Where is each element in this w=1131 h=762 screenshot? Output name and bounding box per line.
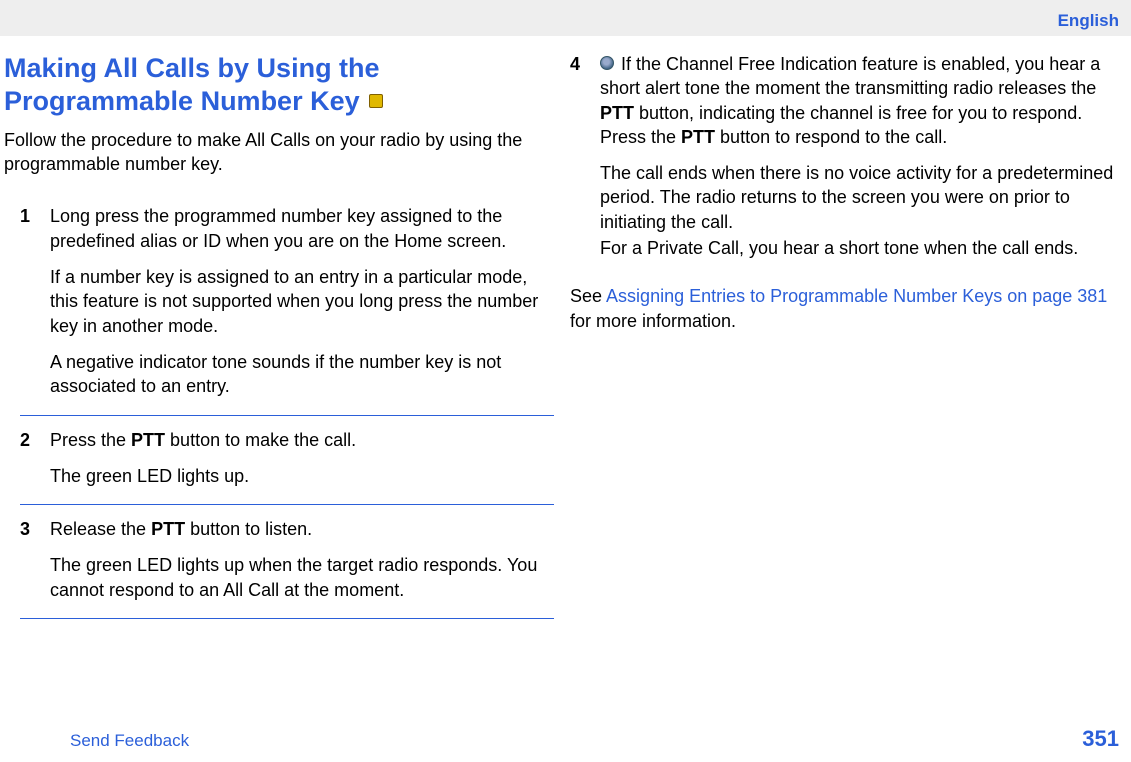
left-column: Making All Calls by Using the Programmab… (4, 52, 564, 621)
step-3-p1: Release the PTT button to listen. (50, 517, 554, 541)
step-1-body: Long press the programmed number key ass… (50, 204, 554, 398)
step-4-p2b: For a Private Call, you hear a short ton… (600, 236, 1118, 260)
send-feedback-link[interactable]: Send Feedback (70, 730, 189, 753)
cross-reference-link[interactable]: Assigning Entries to Programmable Number… (606, 286, 1107, 306)
step-1-number: 1 (20, 204, 50, 398)
step-4-p2a: The call ends when there is no voice act… (600, 161, 1118, 234)
step-divider (20, 504, 554, 505)
step-2-body: Press the PTT button to make the call. T… (50, 428, 554, 489)
ptt-label: PTT (151, 519, 185, 539)
ptt-label: PTT (681, 127, 715, 147)
ptt-label: PTT (131, 430, 165, 450)
language-label: English (1058, 11, 1119, 30)
page-number: 351 (1082, 724, 1119, 754)
number-key-icon (369, 94, 383, 108)
step-3-p2: The green LED lights up when the target … (50, 553, 554, 602)
step-4-body: If the Channel Free Indication feature i… (600, 52, 1118, 260)
step-divider (20, 618, 554, 619)
step-1-p3: A negative indicator tone sounds if the … (50, 350, 554, 399)
step-3: 3 Release the PTT button to listen. The … (4, 507, 554, 616)
step-1: 1 Long press the programmed number key a… (4, 194, 554, 412)
step-2-number: 2 (20, 428, 50, 489)
step-2-p2: The green LED lights up. (50, 464, 554, 488)
step-4-number: 4 (570, 52, 600, 260)
title-line-2: Programmable Number Key (4, 86, 367, 116)
content-area: Making All Calls by Using the Programmab… (0, 36, 1131, 621)
globe-icon (600, 56, 614, 70)
step-2-p1: Press the PTT button to make the call. (50, 428, 554, 452)
see-also: See Assigning Entries to Programmable Nu… (570, 284, 1118, 333)
header-bar: English (0, 0, 1131, 36)
title-line-1: Making All Calls by Using the (4, 53, 380, 83)
step-divider (20, 415, 554, 416)
right-column: 4 If the Channel Free Indication feature… (564, 52, 1124, 621)
ptt-label: PTT (600, 103, 634, 123)
step-3-body: Release the PTT button to listen. The gr… (50, 517, 554, 602)
step-4-p1: If the Channel Free Indication feature i… (600, 52, 1118, 149)
step-1-p2: If a number key is assigned to an entry … (50, 265, 554, 338)
footer: Send Feedback 351 (0, 724, 1131, 754)
step-3-number: 3 (20, 517, 50, 602)
intro-text: Follow the procedure to make All Calls o… (4, 128, 554, 177)
step-2: 2 Press the PTT button to make the call.… (4, 418, 554, 503)
step-1-p1: Long press the programmed number key ass… (50, 204, 554, 253)
page-title: Making All Calls by Using the Programmab… (4, 52, 554, 118)
step-4: 4 If the Channel Free Indication feature… (570, 52, 1118, 274)
